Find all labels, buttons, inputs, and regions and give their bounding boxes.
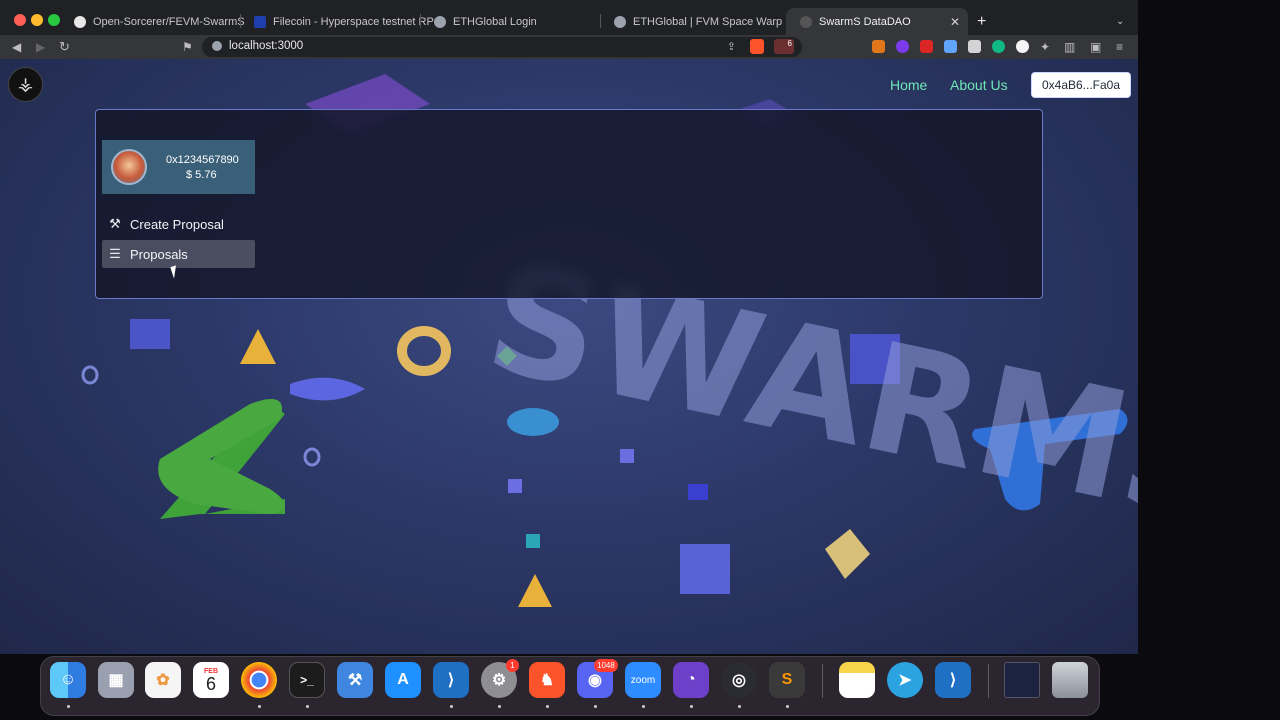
document-icon[interactable] — [1004, 662, 1040, 698]
discord-badge: 1048 — [594, 659, 618, 672]
tab-title: ETHGlobal | FVM Space Warp — [633, 15, 783, 28]
tab-ethglobal-fvm[interactable]: ETHGlobal | FVM Space Warp — [600, 8, 782, 35]
appstore-icon[interactable]: A — [385, 662, 421, 698]
url-text: localhost:3000 — [229, 40, 304, 52]
tab-filecoin[interactable]: Filecoin - Hyperspace testnet RPC — [240, 8, 442, 35]
minimize-window-button[interactable] — [31, 14, 43, 26]
list-icon: ☰ — [109, 246, 121, 261]
browser-window: Open-Sorcerer/FEVM-SwarmS Filecoin - Hyp… — [0, 0, 1138, 654]
extension-icon[interactable] — [944, 40, 957, 53]
chrome-icon[interactable] — [241, 662, 277, 698]
tab-title: SwarmS DataDAO — [819, 15, 911, 28]
extension-icon[interactable] — [968, 40, 981, 53]
running-indicator — [306, 705, 309, 708]
photos-icon[interactable]: ✿ — [145, 662, 181, 698]
github-icon — [74, 15, 86, 28]
filecoin-icon — [254, 15, 266, 28]
swarms-icon — [800, 15, 812, 28]
metamask-icon[interactable] — [872, 40, 885, 53]
ethglobal-icon — [434, 15, 446, 28]
close-window-button[interactable] — [14, 14, 26, 26]
dock-separator — [988, 664, 989, 698]
trash-icon[interactable] — [1052, 662, 1088, 698]
site-logo[interactable]: ⚶ — [8, 67, 43, 102]
tab-github[interactable]: Open-Sorcerer/FEVM-SwarmS — [60, 8, 245, 35]
launchpad-icon[interactable]: ▦ — [98, 662, 134, 698]
back-icon[interactable]: ◀ — [12, 39, 21, 55]
terminal-icon[interactable]: >_ — [289, 662, 325, 698]
new-tab-button[interactable]: + — [968, 8, 996, 35]
vscode-icon[interactable]: ⟩ — [433, 662, 469, 698]
dock-separator — [822, 664, 823, 698]
page-viewport: SWARMS ⚶ Home About Us 0x4aB6...Fa0a 0x1… — [0, 59, 1138, 654]
running-indicator — [258, 705, 261, 708]
finder-icon[interactable]: ☺ — [50, 662, 86, 698]
site-info-icon[interactable] — [212, 41, 222, 51]
tab-ethglobal-login[interactable]: ETHGlobal Login — [420, 8, 598, 35]
bookmark-icon[interactable]: ⚑ — [182, 39, 193, 55]
brave-rewards-badge[interactable]: 6 — [774, 39, 794, 54]
ethglobal-icon — [614, 15, 626, 28]
wallet-icon[interactable]: ▣ — [1090, 39, 1101, 55]
reload-icon[interactable]: ↻ — [59, 39, 70, 55]
running-indicator — [738, 705, 741, 708]
calendar-day: 6 — [205, 673, 216, 694]
running-indicator — [450, 705, 453, 708]
create-proposal-menu-item[interactable]: ⚒ Create Proposal — [102, 210, 255, 238]
brave-icon[interactable]: ♞ — [529, 662, 565, 698]
extension-icon[interactable] — [920, 40, 933, 53]
close-tab-icon[interactable]: ✕ — [950, 15, 960, 29]
running-indicator — [498, 705, 501, 708]
obs-icon[interactable]: ◎ — [721, 662, 757, 698]
menu-item-label: Create Proposal — [130, 216, 224, 232]
notes-icon[interactable] — [839, 662, 875, 698]
browser-toolbar: ◀ ▶ ↻ ⚑ localhost:3000 ⇪ 6 ✦ ▥ ▣ ≡ — [0, 35, 1138, 59]
calendar-icon[interactable]: FEB 6 — [193, 662, 229, 698]
desktop: Open-Sorcerer/FEVM-SwarmS Filecoin - Hyp… — [0, 0, 1280, 720]
hammer-icon: ⚒ — [109, 216, 121, 231]
sublime-icon[interactable]: S — [769, 662, 805, 698]
nav-home-link[interactable]: Home — [890, 77, 927, 93]
telegram-icon[interactable]: ➤ — [887, 662, 923, 698]
nav-about-link[interactable]: About Us — [950, 77, 1008, 93]
tab-title: Open-Sorcerer/FEVM-SwarmS — [93, 15, 245, 28]
zoom-icon[interactable]: zoom — [625, 662, 661, 698]
proposals-menu-item[interactable]: ☰ Proposals — [102, 240, 255, 268]
zoom-window-button[interactable] — [48, 14, 60, 26]
share-icon[interactable]: ⇪ — [727, 40, 736, 53]
extension-icon[interactable] — [1016, 40, 1029, 53]
tab-title: ETHGlobal Login — [453, 15, 537, 28]
extension-icon[interactable] — [896, 40, 909, 53]
tab-search-icon[interactable]: ⌄ — [1110, 8, 1134, 35]
menu-item-label: Proposals — [130, 246, 188, 262]
xcode-icon[interactable]: ⚒ — [337, 662, 373, 698]
running-indicator — [690, 705, 693, 708]
running-indicator — [594, 705, 597, 708]
github-desktop-icon[interactable]: ◔ — [673, 662, 709, 698]
profile-card: 0x1234567890 $ 5.76 — [102, 140, 255, 194]
grammarly-icon[interactable] — [992, 40, 1005, 53]
tab-title: Filecoin - Hyperspace testnet RPC — [273, 15, 442, 28]
tab-strip: Open-Sorcerer/FEVM-SwarmS Filecoin - Hyp… — [0, 0, 1138, 35]
settings-badge: 1 — [506, 659, 519, 672]
dashboard-panel: 0x1234567890 $ 5.76 ⚒ Create Proposal ☰ … — [95, 109, 1043, 299]
running-indicator — [546, 705, 549, 708]
avatar — [111, 149, 147, 185]
menu-icon[interactable]: ≡ — [1116, 39, 1123, 55]
connected-wallet-button[interactable]: 0x4aB6...Fa0a — [1031, 72, 1131, 98]
vscode-icon[interactable]: ⟩ — [935, 662, 971, 698]
extensions-puzzle-icon[interactable]: ✦ — [1040, 39, 1050, 55]
forward-icon[interactable]: ▶ — [36, 39, 45, 55]
running-indicator — [67, 705, 70, 708]
brave-shields-icon[interactable] — [750, 39, 764, 54]
running-indicator — [642, 705, 645, 708]
sidebar-icon[interactable]: ▥ — [1064, 39, 1075, 55]
tab-swarms-datadao[interactable]: SwarmS DataDAO ✕ — [786, 8, 968, 35]
running-indicator — [786, 705, 789, 708]
profile-balance: $ 5.76 — [186, 169, 217, 181]
address-bar[interactable]: localhost:3000 ⇪ 6 — [202, 37, 802, 57]
profile-address: 0x1234567890 — [166, 154, 239, 166]
